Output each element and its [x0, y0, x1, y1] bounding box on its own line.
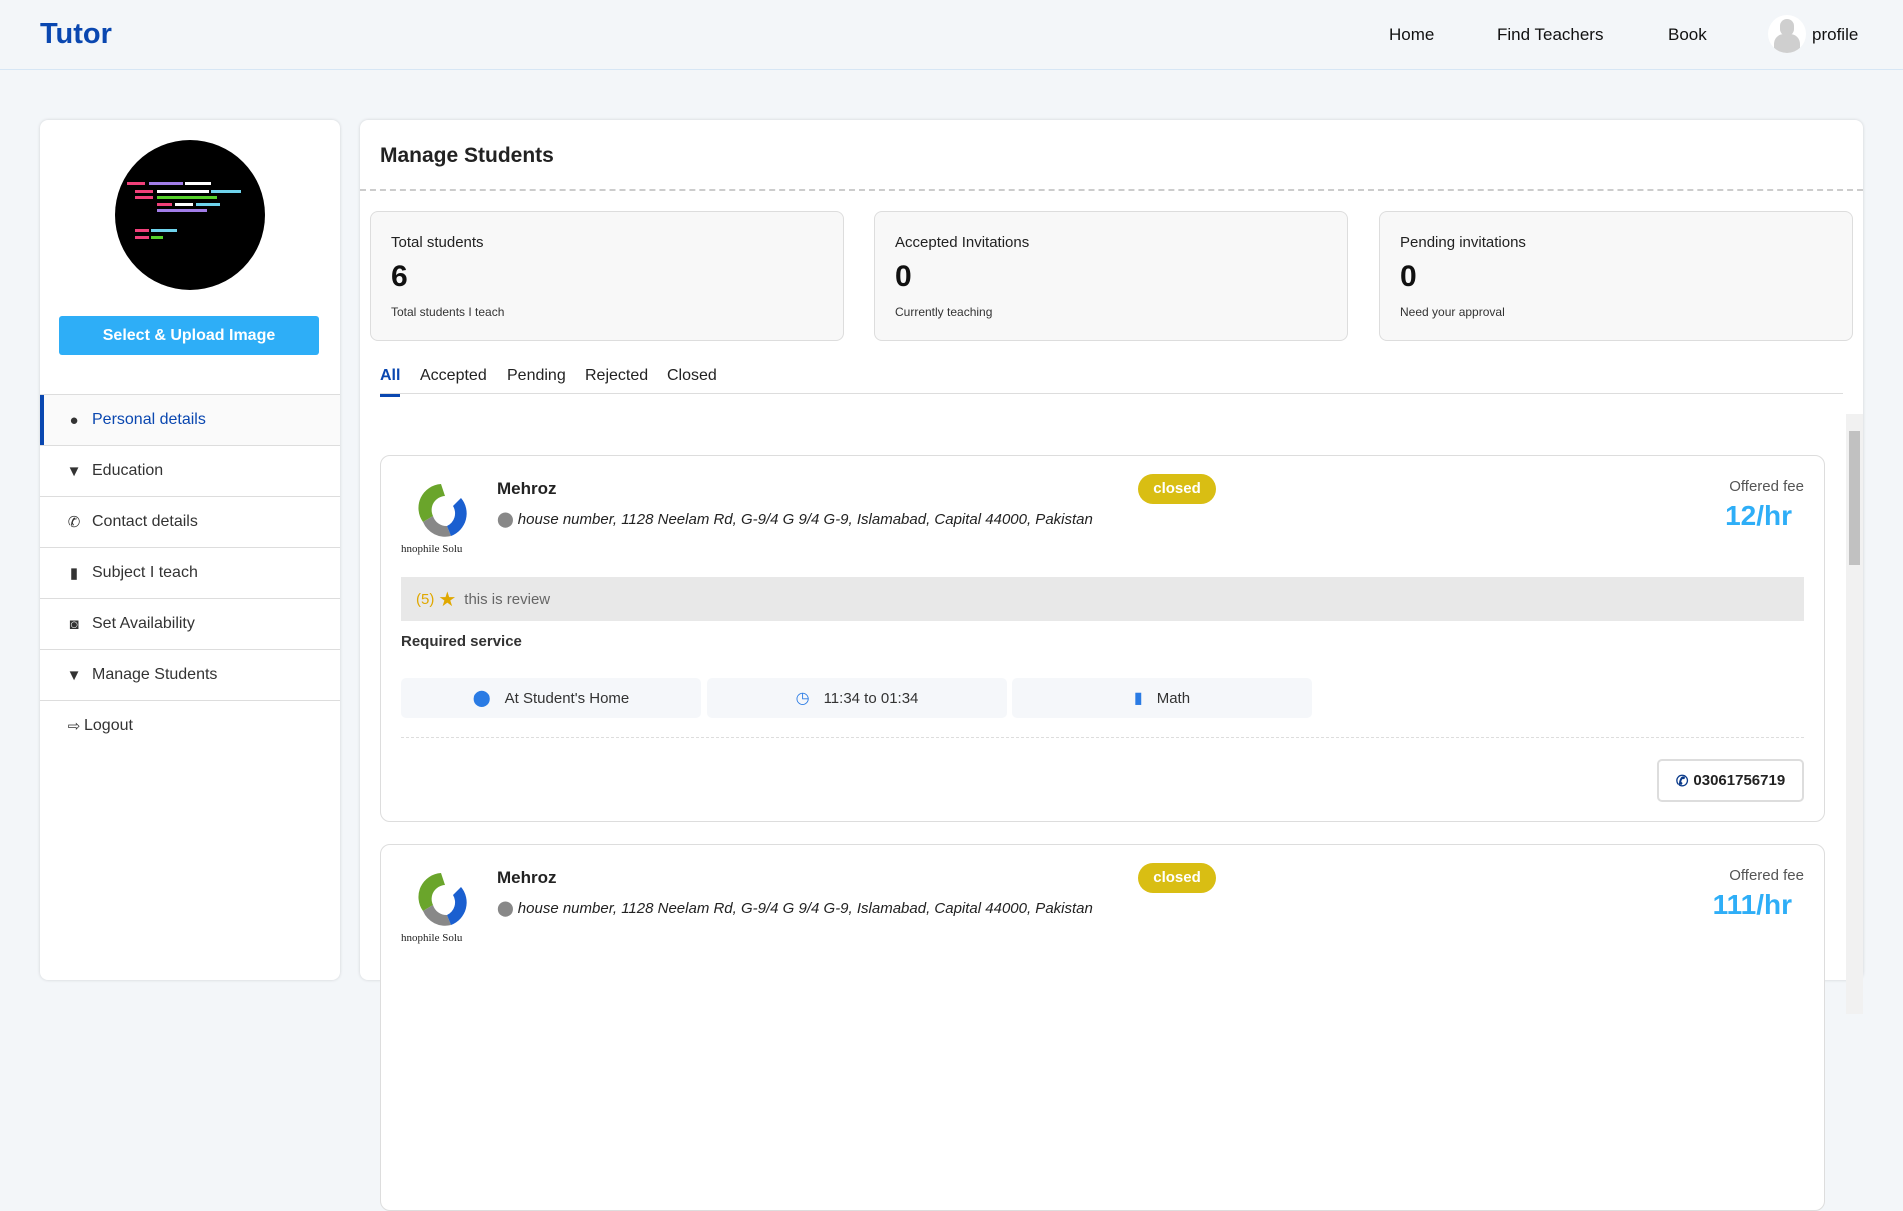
status-badge: closed [1138, 474, 1216, 504]
sidebar-item-label: Subject I teach [92, 564, 198, 581]
address-text: house number, 1128 Neelam Rd, G-9/4 G 9/… [517, 511, 1093, 528]
stat-label: Accepted Invitations [895, 234, 1030, 251]
top-navbar: Tutor Home Find Teachers Book profile [0, 0, 1903, 70]
tab-pending[interactable]: Pending [507, 367, 566, 385]
profile-image [115, 140, 265, 290]
stat-value: 0 [1400, 260, 1417, 293]
sidebar-item-label: Logout [84, 717, 133, 734]
sidebar-item-label: Education [92, 462, 164, 479]
sidebar-item-label: Set Availability [92, 615, 195, 632]
student-name: Mehroz [497, 868, 557, 887]
student-card: hnophile Solu Mehroz ⬤ house number, 1128… [380, 844, 1825, 1211]
stat-subtext: Currently teaching [895, 305, 993, 319]
rating: (5) [416, 590, 435, 608]
service-location: ⬤ At Student's Home [401, 678, 701, 718]
svg-text:hnophile Solu: hnophile Solu [401, 932, 463, 944]
student-address: ⬤ house number, 1128 Neelam Rd, G-9/4 G 9… [497, 510, 1093, 528]
sidebar-item-education[interactable]: ▼ Education [40, 445, 340, 496]
offered-fee-label: Offered fee [1729, 478, 1804, 495]
sidebar-item-label: Contact details [92, 513, 198, 530]
subject-text: Math [1156, 689, 1191, 707]
nav-find-teachers[interactable]: Find Teachers [1497, 25, 1603, 45]
service-time: ◷ 11:34 to 01:34 [707, 678, 1007, 718]
nav-home[interactable]: Home [1389, 25, 1434, 45]
service-subject: ▮ Math [1012, 678, 1312, 718]
tab-rejected[interactable]: Rejected [585, 367, 648, 385]
divider [401, 737, 1804, 738]
clock-icon: ◷ [795, 690, 810, 707]
offered-fee-value: 111/hr [1712, 889, 1792, 920]
required-service-label: Required service [401, 633, 522, 650]
stat-label: Total students [391, 234, 484, 251]
stat-total-students: Total students 6 Total students I teach [370, 211, 844, 341]
book-icon: ▮ [1133, 690, 1143, 707]
tab-closed[interactable]: Closed [667, 367, 717, 385]
tab-all[interactable]: All [380, 367, 401, 397]
logout-icon: ⇨ [67, 718, 81, 735]
sidebar-item-set-availability[interactable]: ◙ Set Availability [40, 598, 340, 649]
student-name: Mehroz [497, 479, 557, 498]
sidebar-item-logout[interactable]: ⇨ Logout [40, 700, 340, 751]
phone-icon: ✆ [67, 514, 81, 531]
graduate-icon: ▼ [66, 666, 82, 684]
scrollbar-thumb[interactable] [1849, 431, 1860, 565]
offered-fee-value: 12/hr [1725, 500, 1792, 531]
scrollbar[interactable] [1846, 414, 1863, 1014]
filter-tabs: All Accepted Pending Rejected Closed [380, 361, 1843, 397]
phone-number: 03061756719 [1693, 772, 1786, 789]
review-bar: (5) ★ this is review [401, 577, 1804, 621]
upload-image-button[interactable]: Select & Upload Image [59, 316, 319, 355]
user-icon: ● [69, 411, 79, 429]
address-text: house number, 1128 Neelam Rd, G-9/4 G 9/… [517, 900, 1093, 917]
logo[interactable]: Tutor [40, 18, 112, 51]
sidebar-item-contact-details[interactable]: ✆ Contact details [40, 496, 340, 547]
tab-accepted[interactable]: Accepted [420, 367, 487, 385]
sidebar-item-label: Manage Students [92, 666, 218, 683]
divider [360, 189, 1863, 191]
page-title: Manage Students [380, 144, 554, 167]
offered-fee-label: Offered fee [1729, 867, 1804, 884]
svg-text:hnophile Solu: hnophile Solu [401, 543, 463, 555]
sidebar-item-label: Personal details [92, 411, 206, 428]
status-badge: closed [1138, 863, 1216, 893]
stat-value: 6 [391, 260, 408, 293]
stat-value: 0 [895, 260, 912, 293]
book-icon: ▮ [69, 565, 79, 582]
location-text: At Student's Home [504, 689, 630, 707]
stat-subtext: Need your approval [1400, 305, 1505, 319]
avatar[interactable] [1768, 15, 1806, 53]
graduate-icon: ▼ [66, 462, 82, 480]
sidebar-menu: ● Personal details ▼ Education ✆ Contact de… [40, 394, 340, 751]
sidebar: Select & Upload Image ● Personal details … [40, 120, 340, 980]
nav-book[interactable]: Book [1668, 25, 1707, 45]
company-logo: hnophile Solu [401, 484, 467, 555]
sidebar-item-personal-details[interactable]: ● Personal details [40, 394, 340, 445]
nav-profile[interactable]: profile [1812, 25, 1858, 45]
student-card: hnophile Solu Mehroz ⬤ house number, 1128… [380, 455, 1825, 822]
review-text: this is review [464, 590, 551, 608]
stat-subtext: Total students I teach [391, 305, 505, 319]
map-pin-icon: ⬤ [497, 900, 514, 917]
sidebar-item-manage-students[interactable]: ▼ Manage Students [40, 649, 340, 700]
stat-pending-invitations: Pending invitations 0 Need your approval [1379, 211, 1853, 341]
briefcase-clock-icon: ◙ [69, 615, 79, 633]
sidebar-item-subject[interactable]: ▮ Subject I teach [40, 547, 340, 598]
stat-label: Pending invitations [1400, 234, 1526, 251]
time-text: 11:34 to 01:34 [823, 689, 919, 707]
map-pin-icon: ⬤ [497, 511, 514, 528]
stat-accepted-invitations: Accepted Invitations 0 Currently teachin… [874, 211, 1348, 341]
map-pin-icon: ⬤ [472, 690, 491, 707]
phone-icon: ✆ [1675, 772, 1689, 790]
company-logo: hnophile Solu [401, 873, 467, 944]
student-address: ⬤ house number, 1128 Neelam Rd, G-9/4 G 9… [497, 899, 1093, 917]
phone-button[interactable]: ✆ 03061756719 [1657, 759, 1804, 802]
star-icon: ★ [438, 588, 457, 611]
manage-students-panel: Manage Students Total students 6 Total s… [360, 120, 1863, 1211]
